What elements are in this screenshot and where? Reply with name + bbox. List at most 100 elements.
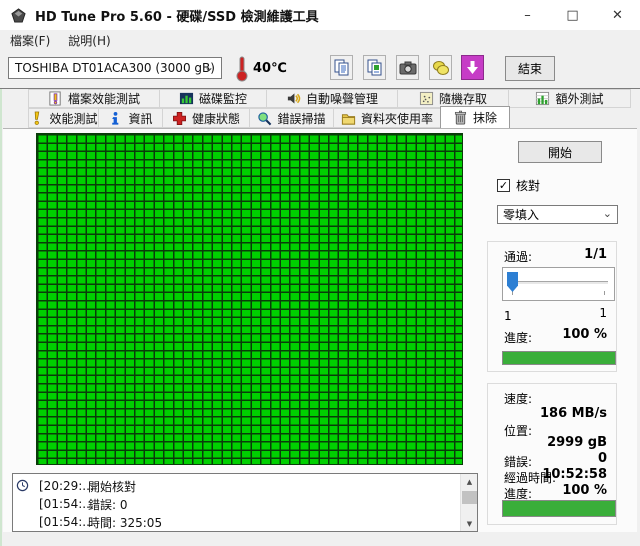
log-time: [20:29:...	[39, 479, 94, 493]
toolbar: TOSHIBA DT01ACA300 (3000 gB) ⌄ 40℃ 結束	[0, 50, 640, 89]
menubar: 檔案(F) 說明(H)	[0, 30, 640, 50]
maximize-icon[interactable]: □	[550, 0, 595, 30]
tab-benchmark[interactable]: 效能測試	[28, 108, 99, 128]
tab-label: 檔案效能測試	[67, 92, 140, 106]
window-controls: – □ ✕	[505, 0, 640, 30]
pass-progress-fill	[503, 352, 615, 364]
slider-max-label: 1	[599, 306, 607, 320]
tab-row-top: 檔案效能測試 磁碟監控 自動噪聲管理 隨機存取 額外測試	[28, 89, 631, 108]
slider-thumb[interactable]	[507, 272, 518, 292]
erase-block-map	[36, 133, 463, 465]
app-window: HD Tune Pro 5.60 - 硬碟/SSD 檢測維護工具 – □ ✕ 檔…	[0, 0, 640, 546]
copy-text-button[interactable]	[330, 55, 353, 80]
exit-button[interactable]: 結束	[505, 56, 555, 81]
tab-label: 資訊	[128, 111, 153, 126]
tab-erase[interactable]: 抹除	[440, 106, 510, 128]
info-icon	[112, 111, 119, 125]
tab-label: 磁碟監控	[198, 92, 247, 106]
erase-method-select[interactable]: 零填入 ⌄	[497, 205, 618, 224]
error-scan-icon	[258, 111, 272, 125]
tab-label: 抹除	[472, 111, 497, 125]
save-button[interactable]	[429, 55, 452, 80]
verify-option[interactable]: ✓ 核對	[497, 177, 540, 194]
erase-icon	[454, 110, 467, 125]
update-button[interactable]	[461, 55, 484, 80]
tab-label: 額外測試	[555, 92, 604, 106]
copy-image-button[interactable]	[363, 55, 386, 80]
tab-label: 錯誤掃描	[277, 111, 326, 126]
start-button[interactable]: 開始	[518, 141, 602, 163]
desktop-edge	[0, 44, 2, 546]
progress-value: 100 %	[562, 483, 607, 498]
tab-file-benchmark[interactable]: 檔案效能測試	[28, 89, 160, 108]
acoustic-management-icon	[287, 93, 301, 104]
log-scrollbar[interactable]: ▲ ▼	[460, 474, 477, 531]
tab-health[interactable]: 健康狀態	[162, 108, 250, 128]
tab-label: 資料夾使用率	[360, 111, 433, 126]
slider-track	[509, 281, 608, 284]
start-button-label: 開始	[547, 145, 572, 160]
folder-usage-icon	[341, 113, 356, 125]
exit-button-label: 結束	[517, 62, 542, 76]
tab-disk-monitor[interactable]: 磁碟監控	[159, 89, 267, 108]
chevron-down-icon: ⌄	[602, 207, 612, 220]
erase-method-value: 零填入	[503, 208, 540, 222]
tab-label: 效能測試	[49, 111, 98, 126]
tab-info[interactable]: 資訊	[98, 108, 163, 128]
pass-value: 1/1	[584, 247, 607, 262]
thermometer-icon	[236, 56, 248, 82]
pass-groupbox: 通過: 1/1 1 1 進度: 100 %	[487, 241, 617, 372]
coins-icon	[432, 60, 449, 75]
tab-label: 健康狀態	[191, 111, 240, 126]
minimize-icon[interactable]: –	[505, 0, 550, 30]
status-progress-bar	[502, 500, 616, 517]
progress-label: 進度:	[504, 331, 533, 345]
tab-label: 隨機存取	[438, 92, 487, 106]
pass-label: 通過:	[504, 250, 533, 264]
close-icon[interactable]: ✕	[595, 0, 640, 30]
tab-acoustic-management[interactable]: 自動噪聲管理	[266, 89, 398, 108]
chevron-down-icon: ⌄	[203, 60, 214, 74]
pass-progress-bar	[502, 351, 616, 365]
menu-file[interactable]: 檔案(F)	[2, 30, 58, 51]
speed-label: 速度:	[504, 392, 533, 406]
tab-row-bottom: 效能測試 資訊 健康狀態 錯誤掃描 資料夾使用率 抹除	[28, 106, 510, 128]
tab-error-scan[interactable]: 錯誤掃描	[249, 108, 334, 128]
log-message: 開始核對	[88, 479, 137, 494]
copy-text-icon	[334, 59, 349, 76]
clock-icon	[16, 479, 29, 492]
slider-tick-max	[604, 291, 605, 295]
titlebar: HD Tune Pro 5.60 - 硬碟/SSD 檢測維護工具 – □ ✕	[0, 0, 640, 30]
app-icon	[11, 7, 26, 23]
log-message: 時間: 325:05	[88, 515, 163, 530]
health-icon	[173, 111, 186, 125]
log-message: 錯誤: 0	[88, 497, 128, 512]
slider-min-label: 1	[504, 309, 512, 323]
screenshot-button[interactable]	[396, 55, 419, 80]
pass-slider[interactable]	[502, 267, 615, 301]
tab-folder-usage[interactable]: 資料夾使用率	[333, 108, 441, 128]
drive-select[interactable]: TOSHIBA DT01ACA300 (3000 gB) ⌄	[8, 57, 222, 79]
position-label: 位置:	[504, 424, 533, 438]
speed-value: 186 MB/s	[540, 406, 607, 421]
scroll-down-icon[interactable]: ▼	[461, 516, 478, 531]
menu-help[interactable]: 說明(H)	[60, 30, 118, 51]
extra-tests-icon	[536, 91, 550, 106]
disk-monitor-icon	[179, 92, 194, 105]
drive-select-value: TOSHIBA DT01ACA300 (3000 gB)	[15, 61, 215, 75]
scroll-up-icon[interactable]: ▲	[461, 474, 478, 489]
tab-extra-tests[interactable]: 額外測試	[508, 89, 631, 108]
errors-label: 錯誤:	[504, 455, 533, 469]
elapsed-value: 10:52:58	[542, 467, 607, 482]
temperature-value: 40℃	[253, 61, 287, 76]
scrollbar-thumb[interactable]	[462, 491, 477, 504]
random-access-icon	[419, 91, 434, 106]
errors-value: 0	[597, 451, 607, 466]
tab-label: 自動噪聲管理	[305, 92, 378, 106]
progress-value: 100 %	[562, 327, 607, 342]
verify-checkbox[interactable]: ✓	[497, 179, 510, 192]
log-time: [01:54:...	[39, 497, 94, 511]
log-time: [01:54:...	[39, 515, 94, 529]
position-value: 2999 gB	[547, 435, 607, 450]
log-list[interactable]: [20:29:... 開始核對 [01:54:... 錯誤: 0 [01:54:…	[12, 473, 478, 532]
